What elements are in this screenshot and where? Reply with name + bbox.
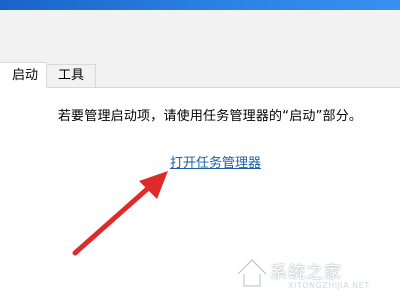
watermark-url: XITONGZHIJIA.NET	[288, 281, 370, 290]
tab-tools[interactable]: 工具	[46, 64, 96, 88]
open-task-manager-link[interactable]: 打开任务管理器	[170, 152, 261, 171]
startup-message: 若要管理启动项，请使用任务管理器的“启动”部分。	[57, 109, 363, 124]
tab-startup[interactable]: 启动	[0, 62, 47, 88]
window-header-area	[0, 10, 400, 62]
watermark-logo: 系统之家 XITONGZHIJIA.NET	[230, 248, 398, 296]
tab-bar: 启动 工具	[0, 62, 400, 88]
tab-tools-label: 工具	[57, 68, 84, 83]
window: 启动 工具 若要管理启动项，请使用任务管理器的“启动”部分。 打开任务管理器 系…	[0, 0, 400, 300]
watermark-house-icon	[236, 258, 268, 288]
tab-startup-label: 启动	[11, 68, 38, 83]
title-strip	[0, 0, 400, 10]
watermark-text: 系统之家	[270, 263, 342, 283]
